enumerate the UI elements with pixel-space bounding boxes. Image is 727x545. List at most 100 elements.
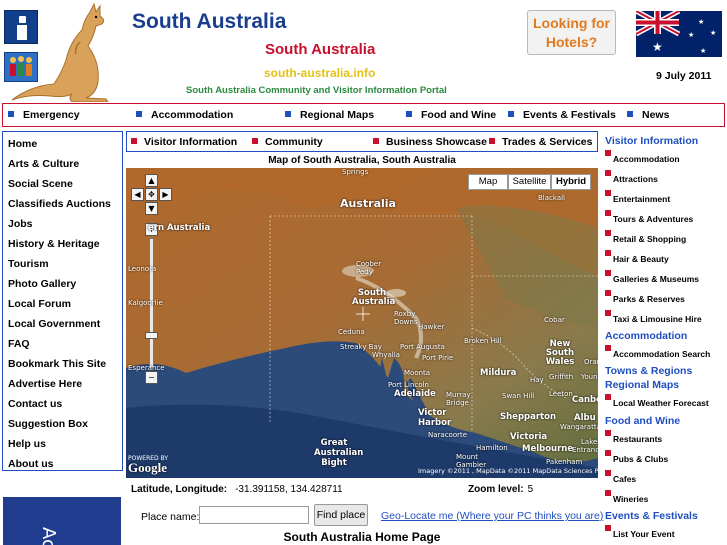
sidebar-item-accommodation-search[interactable]: Accommodation Search xyxy=(605,345,710,359)
sidebar-item-tours-adventures[interactable]: Tours & Adventures xyxy=(605,210,693,224)
menu-faq[interactable]: FAQ xyxy=(8,338,30,350)
menu-arts-culture[interactable]: Arts & Culture xyxy=(8,158,79,170)
sidebar-item-cafes[interactable]: Cafes xyxy=(605,470,636,484)
menu-contact-us[interactable]: Contact us xyxy=(8,398,62,410)
nav-events-festivals[interactable]: Events & Festivals xyxy=(508,109,616,121)
map-label: Hamilton xyxy=(476,444,508,452)
subnav-visitor-information[interactable]: Visitor Information xyxy=(131,136,237,148)
sidebar-item-accommodation[interactable]: Accommodation xyxy=(605,150,680,164)
sidebar-item-pubs-clubs[interactable]: Pubs & Clubs xyxy=(605,450,668,464)
pan-center-icon[interactable]: ✥ xyxy=(145,188,158,201)
menu-history-heritage[interactable]: History & Heritage xyxy=(8,238,100,250)
map-type-satellite-button[interactable]: Satellite xyxy=(508,174,551,190)
menu-help-us[interactable]: Help us xyxy=(8,438,46,450)
subnav-trades-services[interactable]: Trades & Services xyxy=(489,136,592,148)
map-type-hybrid-button[interactable]: Hybrid xyxy=(551,174,591,190)
menu-advertise-here[interactable]: Advertise Here xyxy=(8,378,82,390)
site-url[interactable]: south-australia.info xyxy=(264,66,375,80)
sidebar-item-parks-reserves[interactable]: Parks & Reserves xyxy=(605,290,685,304)
sidebar-item-retail-shopping[interactable]: Retail & Shopping xyxy=(605,230,686,244)
zoom-slider-handle[interactable] xyxy=(145,332,158,339)
sidebar-head-food-wine[interactable]: Food and Wine xyxy=(605,415,680,427)
menu-bookmark-site[interactable]: Bookmark This Site xyxy=(8,358,106,370)
map-label: Canbe xyxy=(572,395,598,405)
sidebar-head-regional-maps[interactable]: Regional Maps xyxy=(605,379,679,391)
map-label: Griffith xyxy=(549,373,574,381)
bullet-icon xyxy=(605,270,611,276)
map-label: Port Lincoln xyxy=(388,381,429,389)
advertisement-banner[interactable]: Ac xyxy=(3,497,121,545)
map-label: Mildura xyxy=(480,368,517,378)
map-label: Port Pirie xyxy=(422,354,454,362)
sidebar-item-galleries-museums[interactable]: Galleries & Museums xyxy=(605,270,699,284)
menu-social-scene[interactable]: Social Scene xyxy=(8,178,73,190)
nav-accommodation[interactable]: Accommodation xyxy=(136,109,233,121)
map-label: Adelaide xyxy=(394,389,436,399)
pan-left-icon[interactable]: ◀ xyxy=(131,188,144,201)
menu-jobs[interactable]: Jobs xyxy=(8,218,33,230)
bullet-icon xyxy=(605,345,611,351)
map-attribution[interactable]: Imagery ©2011 , MapData ©2011 MapData Sc… xyxy=(418,467,598,475)
map-title: Map of South Australia, South Australia xyxy=(268,155,456,166)
nav-news[interactable]: News xyxy=(627,109,669,121)
menu-tourism[interactable]: Tourism xyxy=(8,258,49,270)
menu-photo-gallery[interactable]: Photo Gallery xyxy=(8,278,76,290)
sidebar-item-entertainment[interactable]: Entertainment xyxy=(605,190,670,204)
sidebar-head-accommodation[interactable]: Accommodation xyxy=(605,330,687,342)
sidebar-item-taxi-limousine[interactable]: Taxi & Limousine Hire xyxy=(605,310,702,324)
map-label: Swan Hill xyxy=(502,392,535,400)
sidebar-head-visitor-information[interactable]: Visitor Information xyxy=(605,135,698,147)
nav-food-and-wine[interactable]: Food and Wine xyxy=(406,109,496,121)
map-label: Hawker xyxy=(418,323,445,331)
map-label: New South Wales xyxy=(545,339,575,367)
menu-suggestion-box[interactable]: Suggestion Box xyxy=(8,418,88,430)
map-label: Whyalla xyxy=(372,351,400,359)
sidebar-head-events-festivals[interactable]: Events & Festivals xyxy=(605,510,698,522)
sidebar-head-towns-regions[interactable]: Towns & Regions xyxy=(605,365,692,377)
bullet-icon xyxy=(605,290,611,296)
bullet-icon xyxy=(605,190,611,196)
map-label: Wangaratta xyxy=(560,423,598,431)
google-logo[interactable]: Google xyxy=(128,460,167,476)
svg-text:★: ★ xyxy=(698,18,704,26)
pan-down-icon[interactable]: ▼ xyxy=(145,202,158,215)
pan-right-icon[interactable]: ▶ xyxy=(159,188,172,201)
find-place-button[interactable]: Find place xyxy=(314,504,368,526)
menu-about-us[interactable]: About us xyxy=(8,458,54,470)
subnav-community[interactable]: Community xyxy=(252,136,323,148)
current-date: 9 July 2011 xyxy=(656,70,712,82)
zoom-level-readout: Zoom level: 5 xyxy=(468,484,534,495)
sidebar-item-list-event[interactable]: List Your Event xyxy=(605,525,675,539)
site-subtitle: South Australia xyxy=(265,41,376,58)
subnav-business-showcase[interactable]: Business Showcase xyxy=(373,136,487,148)
map-label: Victor Harbor xyxy=(418,408,452,428)
map-label: Moonta xyxy=(404,369,431,377)
sidebar-item-hair-beauty[interactable]: Hair & Beauty xyxy=(605,250,669,264)
map-label: Pakenham xyxy=(546,458,583,466)
menu-local-government[interactable]: Local Government xyxy=(8,318,100,330)
satellite-map[interactable]: Map Satellite Hybrid ▲ ◀ ✥ ▶ ▼ + − Sprin… xyxy=(126,168,598,478)
map-label: Entrance xyxy=(572,446,598,454)
sidebar-item-local-weather[interactable]: Local Weather Forecast xyxy=(605,394,709,408)
place-name-input[interactable] xyxy=(199,506,309,524)
looking-for-hotels-button[interactable]: Looking for Hotels? xyxy=(527,10,616,55)
bullet-icon xyxy=(605,470,611,476)
sidebar-item-wineries[interactable]: Wineries xyxy=(605,490,648,504)
menu-local-forum[interactable]: Local Forum xyxy=(8,298,71,310)
geo-locate-link[interactable]: Geo-Locate me (Where your PC thinks you … xyxy=(381,510,603,522)
map-type-map-button[interactable]: Map xyxy=(468,174,508,190)
sidebar-item-attractions[interactable]: Attractions xyxy=(605,170,658,184)
menu-classifieds-auctions[interactable]: Classifieds Auctions xyxy=(8,198,111,210)
menu-home[interactable]: Home xyxy=(8,138,37,150)
zoom-out-icon[interactable]: − xyxy=(145,371,158,384)
bullet-icon xyxy=(605,230,611,236)
nav-regional-maps[interactable]: Regional Maps xyxy=(285,109,374,121)
nav-emergency[interactable]: Emergency xyxy=(8,109,80,121)
map-label: ern Australia xyxy=(148,223,211,233)
lat-long-value: -31.391158, 134.428711 xyxy=(235,484,343,495)
bullet-icon xyxy=(508,111,514,117)
bullet-icon xyxy=(605,170,611,176)
map-label: Australia xyxy=(340,197,396,210)
sidebar-item-restaurants[interactable]: Restaurants xyxy=(605,430,662,444)
pan-up-icon[interactable]: ▲ xyxy=(145,174,158,187)
